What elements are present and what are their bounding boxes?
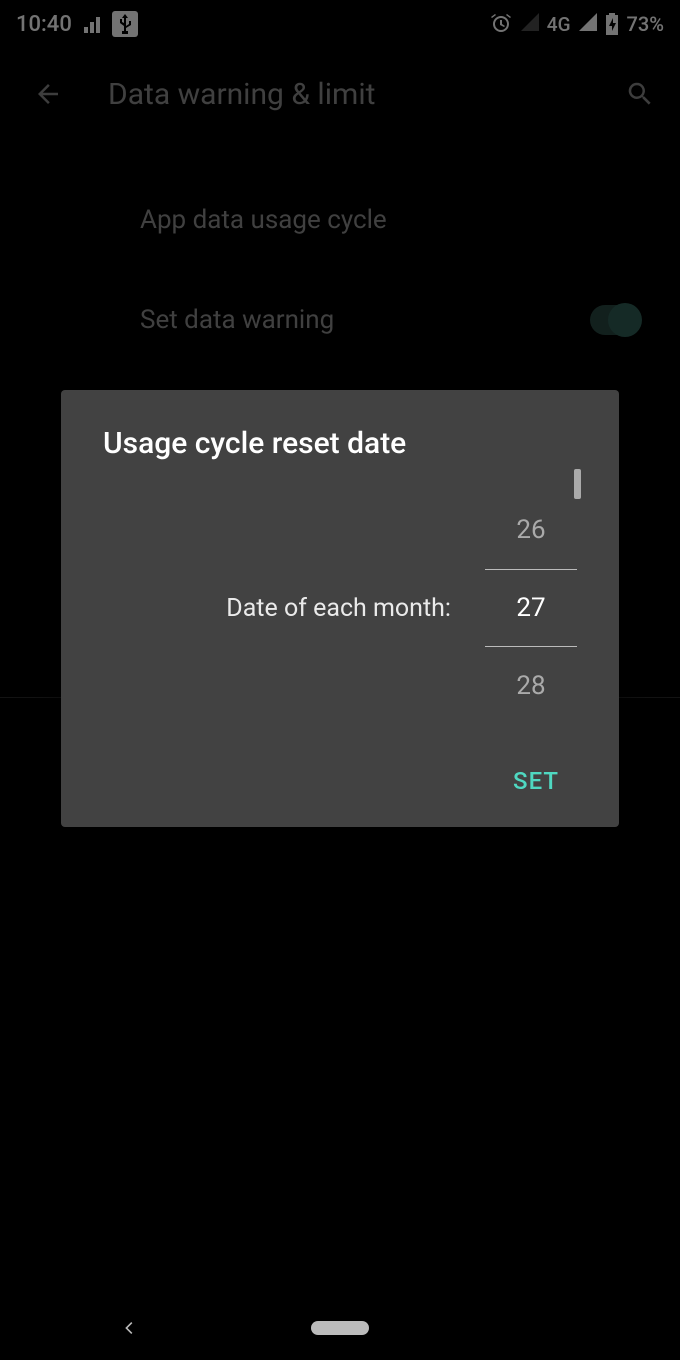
nav-back-button[interactable] xyxy=(120,1319,138,1337)
date-number-picker[interactable]: 26 27 28 xyxy=(485,491,577,725)
picker-value-next[interactable]: 28 xyxy=(485,647,577,725)
modal-overlay[interactable]: Usage cycle reset date Date of each mont… xyxy=(0,0,680,1360)
nav-home-pill[interactable] xyxy=(311,1321,369,1335)
date-picker-row: Date of each month: 26 27 28 xyxy=(103,491,577,725)
date-picker-label: Date of each month: xyxy=(103,594,455,623)
dialog-actions: SET xyxy=(103,755,577,807)
system-nav-bar xyxy=(0,1296,680,1360)
set-button[interactable]: SET xyxy=(495,755,577,807)
usage-cycle-dialog: Usage cycle reset date Date of each mont… xyxy=(61,390,619,827)
picker-value-selected[interactable]: 27 xyxy=(485,569,577,647)
picker-value-prev[interactable]: 26 xyxy=(485,491,577,569)
dialog-title: Usage cycle reset date xyxy=(103,426,577,461)
scrollbar-thumb xyxy=(574,469,581,499)
